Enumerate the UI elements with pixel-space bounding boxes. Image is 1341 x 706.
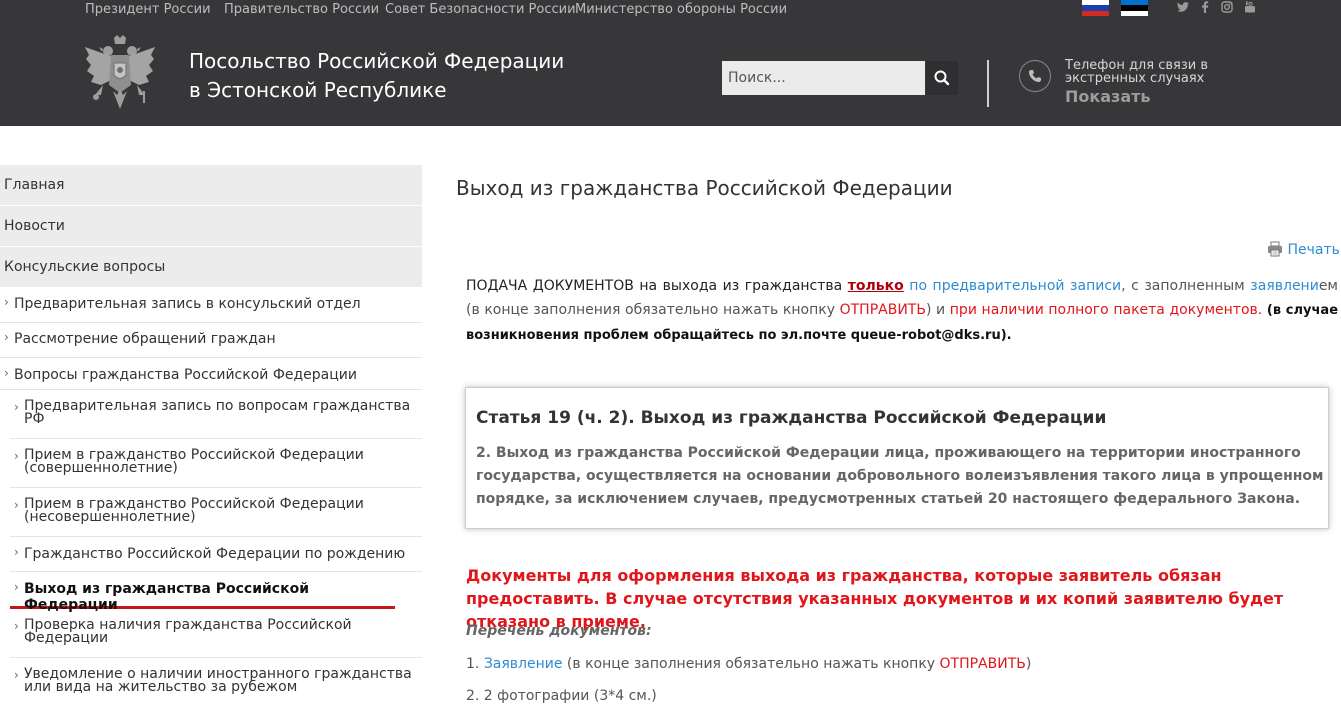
lead-only-emphasis: только bbox=[847, 278, 904, 294]
chevron-right-icon: › bbox=[4, 366, 9, 380]
top-link-security-council[interactable]: Совет Безопасности России bbox=[385, 2, 576, 17]
youtube-icon[interactable] bbox=[1244, 1, 1256, 16]
sidebar-nested-label-line2: или вида на жительство за рубежом bbox=[24, 679, 298, 695]
emergency-phone-label-line2: экстренных случаях bbox=[1065, 71, 1205, 86]
coat-of-arms-logo[interactable] bbox=[83, 35, 157, 117]
application-form-link[interactable]: Заявление bbox=[484, 656, 563, 672]
russian-flag-icon[interactable] bbox=[1082, 0, 1109, 16]
header-divider bbox=[987, 60, 989, 107]
document-item-1: 1. Заявление (в конце заполнения обязате… bbox=[466, 656, 1031, 672]
document-item-2: 2. 2 фотографии (3*4 см.) bbox=[466, 688, 657, 704]
document-item-text: (в конце заполнения обязательно нажать к… bbox=[562, 656, 940, 672]
sidebar-item-consular[interactable]: Консульские вопросы bbox=[0, 247, 422, 288]
sidebar-subitem-label: Предварительная запись в консульский отд… bbox=[14, 296, 361, 312]
search-icon bbox=[934, 70, 950, 86]
sidebar-nested-label-line1: Предварительная запись по вопросам гражд… bbox=[24, 398, 411, 414]
page-title: Выход из гражданства Российской Федераци… bbox=[456, 176, 953, 200]
top-link-president[interactable]: Президент России bbox=[85, 2, 211, 17]
chevron-right-icon: › bbox=[14, 668, 19, 682]
sidebar-nested-item[interactable]: › Гражданство Российской Федерации по ро… bbox=[10, 537, 422, 572]
instagram-icon[interactable] bbox=[1221, 1, 1233, 16]
chevron-right-icon: › bbox=[14, 498, 19, 512]
lead-text: , с заполненным bbox=[1121, 278, 1251, 294]
embassy-title-line1: Посольство Российской Федерации bbox=[189, 49, 565, 73]
application-link[interactable]: заявлени bbox=[1250, 278, 1319, 294]
lead-text: ПОДАЧА ДОКУМЕНТОВ на выхода из гражданст… bbox=[466, 278, 848, 294]
sidebar-subitem-label: Вопросы гражданства Российской Федерации bbox=[14, 367, 357, 383]
site-header: Посольство Российской Федерации в Эстонс… bbox=[0, 25, 1341, 126]
search-input[interactable] bbox=[722, 61, 925, 95]
sidebar-nav: Главная Новости Консульские вопросы › Пр… bbox=[0, 165, 422, 706]
sidebar-nested-item[interactable]: › Предварительная запись по вопросам гра… bbox=[10, 390, 422, 439]
top-link-government[interactable]: Правительство России bbox=[224, 2, 379, 17]
sidebar-item-home[interactable]: Главная bbox=[0, 165, 422, 206]
sidebar-nested-label-line2: (совершеннолетние) bbox=[24, 460, 178, 476]
show-phone-link[interactable]: Показать bbox=[1065, 87, 1151, 106]
sidebar-subitem-appointment[interactable]: › Предварительная запись в консульский о… bbox=[0, 288, 422, 323]
print-label: Печать bbox=[1287, 242, 1340, 258]
estonian-flag-icon[interactable] bbox=[1121, 0, 1148, 16]
submit-emphasis: ОТПРАВИТЬ bbox=[939, 656, 1026, 672]
sidebar-nested-label-line2: Федерации bbox=[24, 630, 109, 646]
top-bar: Президент России Правительство России Со… bbox=[0, 0, 1341, 25]
chevron-right-icon: › bbox=[14, 449, 19, 463]
embassy-title-line2: в Эстонской Республике bbox=[189, 78, 447, 102]
chevron-right-icon: › bbox=[4, 330, 9, 344]
sidebar-nested-item[interactable]: › Прием в гражданство Российской Федерац… bbox=[10, 439, 422, 488]
chevron-right-icon: › bbox=[14, 619, 19, 633]
document-item-number: 1. bbox=[466, 656, 484, 672]
chevron-right-icon: › bbox=[14, 400, 19, 414]
sidebar-subitem-label: Рассмотрение обращений граждан bbox=[14, 331, 276, 347]
printer-icon bbox=[1268, 241, 1282, 257]
full-package-emphasis: при наличии полного пакета документов. bbox=[949, 302, 1263, 318]
embassy-title[interactable]: Посольство Российской Федерации в Эстонс… bbox=[189, 47, 564, 105]
sidebar-item-news[interactable]: Новости bbox=[0, 206, 422, 247]
facebook-icon[interactable] bbox=[1201, 1, 1209, 16]
chevron-right-icon: › bbox=[14, 580, 19, 594]
chevron-right-icon: › bbox=[14, 545, 19, 559]
print-link[interactable]: Печать bbox=[1267, 241, 1340, 258]
document-item-text: ) bbox=[1025, 656, 1032, 672]
sidebar-nested-item[interactable]: › Уведомление о наличии иностранного гра… bbox=[10, 658, 422, 706]
phone-icon bbox=[1019, 60, 1051, 92]
documents-list-title: Перечень документов: bbox=[466, 623, 652, 639]
lead-paragraph: ПОДАЧА ДОКУМЕНТОВ на выхода из гражданст… bbox=[466, 274, 1338, 348]
sidebar-subitem-appeals[interactable]: › Рассмотрение обращений граждан bbox=[0, 323, 422, 358]
sidebar-nested-item[interactable]: › Прием в гражданство Российской Федерац… bbox=[10, 488, 422, 537]
article-heading: Статья 19 (ч. 2). Выход из гражданства Р… bbox=[476, 408, 1107, 428]
sidebar-subitem-citizenship[interactable]: › Вопросы гражданства Российской Федерац… bbox=[0, 358, 422, 390]
sidebar-nested-item[interactable]: › Проверка наличия гражданства Российско… bbox=[10, 609, 422, 658]
emergency-phone-label: Телефон для связи в экстренных случаях bbox=[1065, 59, 1208, 85]
sidebar-nested-label-line2: РФ bbox=[24, 411, 45, 427]
top-link-defense-ministry[interactable]: Министерство обороны России bbox=[575, 2, 787, 17]
chevron-right-icon: › bbox=[4, 295, 9, 309]
sidebar-nested-label-line2: (несовершеннолетние) bbox=[24, 509, 196, 525]
lead-text: ) и bbox=[925, 302, 950, 318]
appointment-link[interactable]: по предварительной записи bbox=[909, 278, 1121, 294]
search-button[interactable] bbox=[926, 61, 958, 95]
submit-emphasis: ОТПРАВИТЬ bbox=[839, 302, 926, 318]
twitter-icon[interactable] bbox=[1177, 1, 1189, 16]
sidebar-nested-item-active[interactable]: › Выход из гражданства Российской Федера… bbox=[10, 572, 395, 613]
article-text: 2. Выход из гражданства Российской Федер… bbox=[476, 445, 1324, 507]
sidebar-nested-label-line1: Гражданство Российской Федерации по рожд… bbox=[24, 546, 406, 562]
article-box: Статья 19 (ч. 2). Выход из гражданства Р… bbox=[465, 387, 1329, 529]
